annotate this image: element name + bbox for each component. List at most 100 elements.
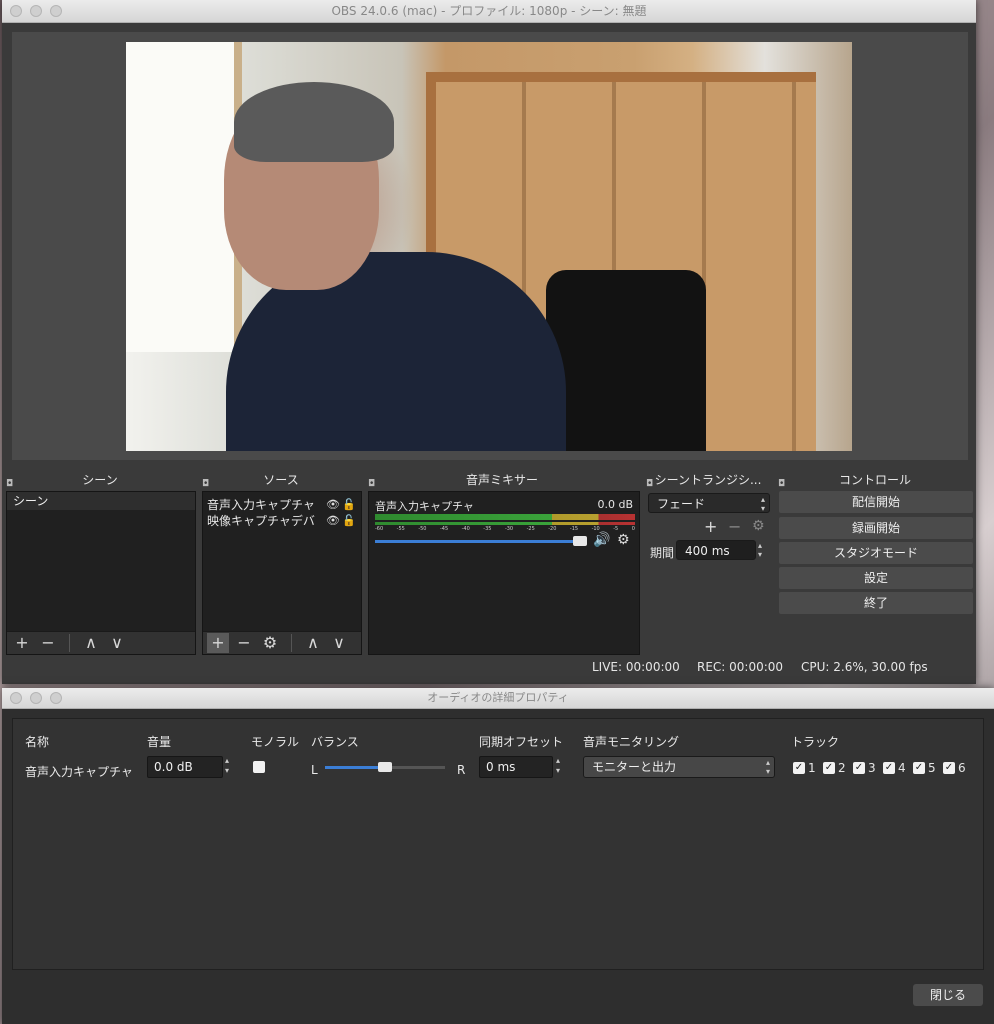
studio-mode-button[interactable]: スタジオモード	[779, 542, 973, 564]
lock-icon[interactable]: 🔓	[341, 514, 357, 527]
checkmark-icon: ✓	[913, 762, 925, 774]
mixer-dock-title: ◘ 音声ミキサー	[364, 470, 640, 490]
remove-transition-button[interactable]: −	[728, 517, 741, 536]
live-status: LIVE: 00:00:00	[592, 660, 680, 674]
preview-person-hair	[234, 82, 394, 162]
balance-slider-handle[interactable]	[378, 762, 392, 772]
checkmark-icon: ✓	[853, 762, 865, 774]
scenes-panel: シーン + − ∧ ∨	[6, 491, 196, 655]
volume-meter-peak	[375, 522, 635, 525]
move-source-up-button[interactable]: ∧	[302, 633, 324, 653]
track-label: 6	[958, 761, 966, 775]
track-6-checkbox[interactable]: ✓ 6	[943, 761, 966, 775]
video-preview[interactable]	[126, 42, 852, 451]
header-monitoring: 音声モニタリング	[583, 735, 680, 749]
track-3-checkbox[interactable]: ✓ 3	[853, 761, 876, 775]
lock-icon[interactable]: 🔓	[341, 498, 357, 511]
close-window-button[interactable]	[10, 692, 22, 704]
duration-label: 期間	[650, 546, 675, 560]
source-name: 映像キャプチャデバ	[207, 513, 315, 528]
mono-checkbox[interactable]	[253, 761, 265, 773]
eye-icon[interactable]: 👁	[325, 498, 341, 511]
updown-icon: ▴ ▾	[765, 758, 770, 776]
duration-input[interactable]: 400 ms	[676, 540, 756, 560]
volume-slider-track[interactable]	[375, 540, 585, 543]
minimize-window-button[interactable]	[30, 5, 42, 17]
track-label: 2	[838, 761, 846, 775]
audio-properties-titlebar: オーディオの詳細プロパティ	[2, 688, 994, 709]
transition-select[interactable]: フェード ▴ ▾	[648, 493, 770, 513]
balance-left-label: L	[311, 763, 318, 777]
sources-panel: 音声入力キャプチャ 👁 🔓 映像キャプチャデバ 👁 🔓 + − ⚙ ∧ ∨	[202, 491, 362, 655]
meter-scale-tick: -35	[483, 526, 492, 532]
mixer-panel: 音声入力キャプチャ 0.0 dB -60 -55 -50 -45 -40 -35 -30 -2…	[368, 491, 640, 655]
transition-gear-icon[interactable]: ⚙	[752, 518, 765, 534]
checkmark-icon: ✓	[943, 762, 955, 774]
balance-slider-fill	[325, 766, 385, 769]
source-name: 音声入力キャプチャ	[207, 497, 315, 512]
start-streaming-button[interactable]: 配信開始	[779, 491, 973, 513]
mixer-gear-icon[interactable]: ⚙	[617, 532, 630, 548]
zoom-window-button[interactable]	[50, 692, 62, 704]
meter-scale-tick: -50	[418, 526, 427, 532]
minimize-window-button[interactable]	[30, 692, 42, 704]
add-source-button[interactable]: +	[207, 633, 229, 653]
volume-slider-handle[interactable]	[573, 536, 587, 546]
header-balance: バランス	[311, 735, 359, 749]
track-label: 1	[808, 761, 816, 775]
close-button[interactable]: 閉じる	[913, 984, 983, 1006]
volume-stepper-icon[interactable]: ▴ ▾	[225, 756, 229, 776]
settings-button[interactable]: 設定	[779, 567, 973, 589]
source-item[interactable]: 映像キャプチャデバ 👁 🔓	[203, 512, 361, 528]
monitoring-select[interactable]: モニターと出力 ▴ ▾	[583, 756, 775, 778]
meter-scale-tick: -40	[461, 526, 470, 532]
exit-button[interactable]: 終了	[779, 592, 973, 614]
meter-scale-tick: -45	[439, 526, 449, 532]
sync-offset-input[interactable]: 0 ms	[479, 756, 553, 778]
obs-main-window: OBS 24.0.6 (mac) - プロファイル: 1080p - シーン: …	[2, 0, 976, 684]
header-mono: モノラル	[251, 735, 300, 749]
mixer-db-value: 0.0 dB	[597, 498, 633, 511]
meter-scale-tick: -55	[396, 526, 405, 532]
preview-chair-shape	[546, 270, 706, 451]
transitions-dock-title: ◘ シーントランジシ...	[642, 470, 774, 490]
move-scene-down-button[interactable]: ∨	[106, 633, 128, 653]
start-recording-button[interactable]: 録画開始	[779, 517, 973, 539]
meter-scale-tick: -25	[526, 526, 535, 532]
window-title: OBS 24.0.6 (mac) - プロファイル: 1080p - シーン: …	[331, 4, 647, 18]
volume-input[interactable]: 0.0 dB	[147, 756, 223, 778]
move-source-down-button[interactable]: ∨	[328, 633, 350, 653]
add-transition-button[interactable]: +	[704, 517, 717, 536]
track-2-checkbox[interactable]: ✓ 2	[823, 761, 846, 775]
add-scene-button[interactable]: +	[11, 633, 33, 653]
remove-source-button[interactable]: −	[233, 633, 255, 653]
checkmark-icon: ✓	[823, 762, 835, 774]
sync-offset-stepper-icon[interactable]: ▴ ▾	[556, 756, 560, 776]
row-source-name: 音声入力キャプチャ	[25, 765, 133, 779]
sources-dock-title: ◘ ソース	[198, 470, 364, 490]
meter-scale-tick: -20	[548, 526, 557, 532]
close-window-button[interactable]	[10, 5, 22, 17]
speaker-icon[interactable]: 🔊	[593, 532, 610, 548]
zoom-window-button[interactable]	[50, 5, 62, 17]
mixer-source-name: 音声入力キャプチャ	[375, 500, 474, 513]
meter-scale-tick: -60	[375, 526, 384, 532]
window-title: オーディオの詳細プロパティ	[427, 691, 569, 704]
source-properties-gear-icon[interactable]: ⚙	[259, 633, 281, 653]
audio-properties-window: オーディオの詳細プロパティ 名称 音量 モノラル バランス 同期オフセット 音声…	[2, 688, 994, 1024]
duration-stepper-icon[interactable]: ▴ ▾	[758, 541, 762, 559]
eye-icon[interactable]: 👁	[325, 514, 341, 527]
remove-scene-button[interactable]: −	[37, 633, 59, 653]
header-tracks: トラック	[791, 735, 840, 749]
track-1-checkbox[interactable]: ✓ 1	[793, 761, 816, 775]
checkmark-icon: ✓	[883, 762, 895, 774]
scene-item[interactable]: シーン	[7, 492, 195, 510]
header-volume: 音量	[147, 735, 172, 749]
controls-dock-title: ◘ コントロール	[774, 470, 976, 490]
controls-panel: 配信開始 録画開始 スタジオモード 設定 終了	[779, 491, 973, 621]
move-scene-up-button[interactable]: ∧	[80, 633, 102, 653]
track-4-checkbox[interactable]: ✓ 4	[883, 761, 906, 775]
source-item[interactable]: 音声入力キャプチャ 👁 🔓	[203, 496, 361, 512]
updown-icon: ▴ ▾	[760, 495, 765, 513]
track-5-checkbox[interactable]: ✓ 5	[913, 761, 936, 775]
